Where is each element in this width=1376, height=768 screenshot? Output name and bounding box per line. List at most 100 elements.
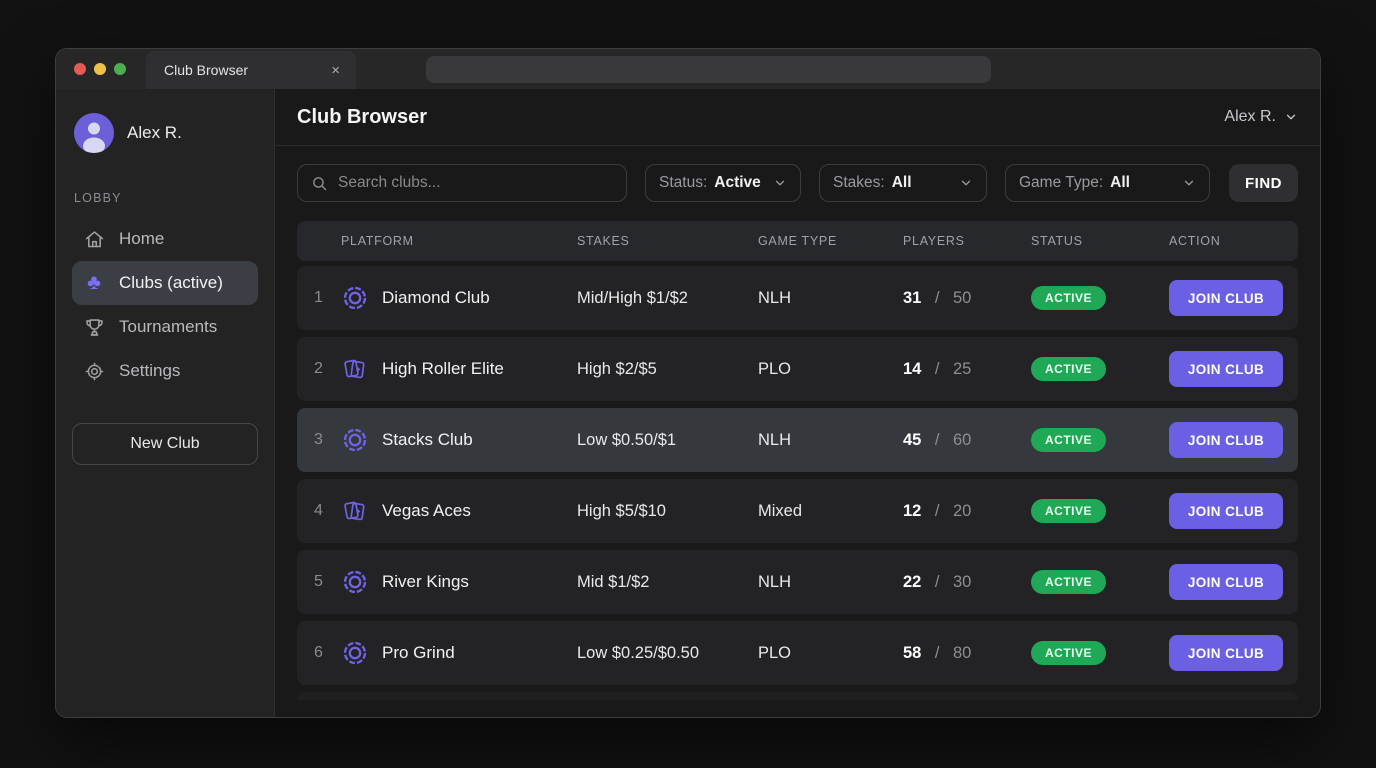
poker-chip-icon — [341, 639, 369, 667]
column-header-platform: PLATFORM — [341, 234, 577, 248]
players-cell: 31 / 50 — [903, 289, 1031, 308]
find-button[interactable]: FIND — [1229, 164, 1298, 202]
stakes-cell: Mid/High $1/$2 — [577, 289, 758, 308]
chevron-down-icon — [773, 176, 787, 190]
status-badge: ACTIVE — [1031, 286, 1106, 310]
sidebar-item-tournaments[interactable]: Tournaments — [72, 305, 258, 349]
search-input[interactable] — [338, 174, 613, 192]
club-name: River Kings — [382, 572, 469, 592]
poker-chip-icon — [341, 568, 369, 596]
join-club-button[interactable]: JOIN CLUB — [1169, 351, 1283, 387]
row-number: 4 — [297, 502, 341, 520]
players-cell: 14 / 25 — [903, 360, 1031, 379]
column-header-status: STATUS — [1031, 234, 1169, 248]
sidebar-item-label: Home — [119, 229, 164, 249]
row-number: 5 — [297, 573, 341, 591]
join-club-button[interactable]: JOIN CLUB — [1169, 564, 1283, 600]
game-type-filter-label: Game Type: — [1019, 174, 1103, 192]
poker-chip-icon — [341, 426, 369, 454]
row-number: 1 — [297, 289, 341, 307]
search-box — [297, 164, 627, 202]
zoom-window-button[interactable] — [114, 63, 126, 75]
players-cell: 22 / 30 — [903, 573, 1031, 592]
club-suit-icon: ♣ — [83, 273, 105, 293]
search-icon — [311, 175, 328, 192]
page-title: Club Browser — [297, 106, 427, 129]
stakes-filter-value: All — [892, 174, 912, 192]
game-type-cell: Mixed — [758, 502, 903, 521]
club-name: Stacks Club — [382, 430, 473, 450]
user-menu[interactable]: Alex R. — [1224, 108, 1298, 126]
table-row[interactable]: 6 Pro Grind Low $0.25/$0.50 PLO 58 / 80 … — [297, 621, 1298, 685]
filter-bar: Status: Active Stakes: All Game Type: Al… — [297, 164, 1298, 202]
status-badge: ACTIVE — [1031, 357, 1106, 381]
join-club-button[interactable]: JOIN CLUB — [1169, 280, 1283, 316]
game-type-filter-dropdown[interactable]: Game Type: All — [1005, 164, 1210, 202]
page-header: Club Browser Alex R. — [275, 89, 1320, 146]
sidebar-section-label: LOBBY — [72, 191, 258, 207]
stakes-cell: Low $0.25/$0.50 — [577, 644, 758, 663]
column-header-game-type: GAME TYPE — [758, 234, 903, 248]
stakes-filter-dropdown[interactable]: Stakes: All — [819, 164, 987, 202]
table-row[interactable]: 2 High Roller Elite High $2/$5 PLO 14 / … — [297, 337, 1298, 401]
address-bar[interactable] — [426, 56, 991, 83]
status-filter-label: Status: — [659, 174, 707, 192]
tab-title: Club Browser — [164, 62, 248, 78]
stakes-filter-label: Stakes: — [833, 174, 885, 192]
status-filter-value: Active — [714, 174, 761, 192]
join-club-button[interactable]: JOIN CLUB — [1169, 635, 1283, 671]
table-row[interactable]: 5 River Kings Mid $1/$2 NLH 22 / 30 ACTI… — [297, 550, 1298, 614]
game-type-cell: NLH — [758, 573, 903, 592]
chevron-down-icon — [1182, 176, 1196, 190]
column-header-action: ACTION — [1169, 234, 1298, 248]
sidebar: Alex R. LOBBY Home ♣ Clubs (active) — [56, 89, 275, 718]
tab-close-icon[interactable]: × — [329, 62, 342, 79]
playing-cards-icon — [341, 497, 369, 525]
sidebar-item-label: Clubs (active) — [119, 273, 223, 293]
club-name: Vegas Aces — [382, 501, 471, 521]
sidebar-item-label: Tournaments — [119, 317, 217, 337]
status-badge: ACTIVE — [1031, 499, 1106, 523]
club-name: Pro Grind — [382, 643, 455, 663]
table-row[interactable]: 4 Vegas Aces High $5/$10 Mixed 12 / 20 A… — [297, 479, 1298, 543]
playing-cards-icon — [341, 355, 369, 383]
players-cell: 45 / 60 — [903, 431, 1031, 450]
minimize-window-button[interactable] — [94, 63, 106, 75]
status-badge: ACTIVE — [1031, 428, 1106, 452]
join-club-button[interactable]: JOIN CLUB — [1169, 493, 1283, 529]
sidebar-item-settings[interactable]: Settings — [72, 349, 258, 393]
app-window: Club Browser × Alex R. LOBBY — [55, 48, 1321, 718]
sidebar-item-home[interactable]: Home — [72, 217, 258, 261]
game-type-cell: NLH — [758, 289, 903, 308]
game-type-cell: NLH — [758, 431, 903, 450]
profile-name: Alex R. — [127, 123, 182, 143]
column-header-players: PLAYERS — [903, 234, 1031, 248]
stakes-cell: High $5/$10 — [577, 502, 758, 521]
row-number: 6 — [297, 644, 341, 662]
club-name: High Roller Elite — [382, 359, 504, 379]
chevron-down-icon — [1284, 110, 1298, 124]
table-body: 1 Diamond Club Mid/High $1/$2 NLH 31 / 5… — [297, 266, 1298, 685]
browser-tab[interactable]: Club Browser × — [146, 51, 356, 89]
table-row[interactable]: 1 Diamond Club Mid/High $1/$2 NLH 31 / 5… — [297, 266, 1298, 330]
status-badge: ACTIVE — [1031, 641, 1106, 665]
stakes-cell: High $2/$5 — [577, 360, 758, 379]
join-club-button[interactable]: JOIN CLUB — [1169, 422, 1283, 458]
sidebar-nav: Home ♣ Clubs (active) Tour — [72, 217, 258, 393]
stakes-cell: Low $0.50/$1 — [577, 431, 758, 450]
user-profile: Alex R. — [72, 113, 258, 153]
players-cell: 12 / 20 — [903, 502, 1031, 521]
chevron-down-icon — [959, 176, 973, 190]
table-row[interactable]: 3 Stacks Club Low $0.50/$1 NLH 45 / 60 A… — [297, 408, 1298, 472]
new-club-button[interactable]: New Club — [72, 423, 258, 465]
clubs-table: PLATFORM STAKES GAME TYPE PLAYERS STATUS… — [297, 221, 1298, 700]
main-content: Club Browser Alex R. Status: — [275, 89, 1320, 718]
players-cell: 58 / 80 — [903, 644, 1031, 663]
close-window-button[interactable] — [74, 63, 86, 75]
user-menu-label: Alex R. — [1224, 108, 1276, 126]
sidebar-item-clubs[interactable]: ♣ Clubs (active) — [72, 261, 258, 305]
column-header-stakes: STAKES — [577, 234, 758, 248]
gear-icon — [83, 361, 105, 382]
table-row-partial — [297, 692, 1298, 700]
status-filter-dropdown[interactable]: Status: Active — [645, 164, 801, 202]
